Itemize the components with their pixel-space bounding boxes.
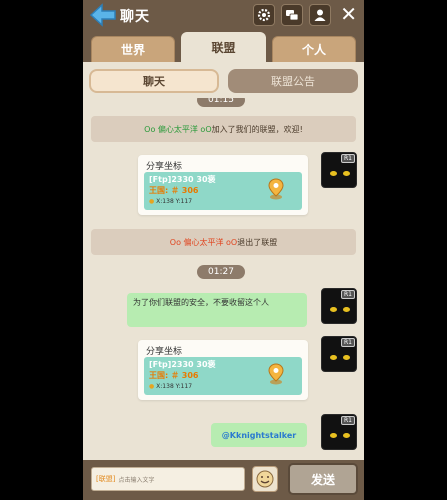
player-name[interactable]: Oo 偏心太平洋 oO — [170, 237, 237, 248]
smiley-icon — [256, 470, 274, 488]
back-arrow-icon[interactable] — [89, 3, 117, 27]
subtab-notice[interactable]: 联盟公告 — [228, 69, 358, 93]
share-coordinate-box[interactable]: [Ftp]2330 30褒 王国: ＃ 306 ● X:138 Y:117 — [144, 357, 302, 395]
input-placeholder: 点击输入文字 — [118, 476, 155, 484]
page-title: 聊天 — [120, 9, 150, 25]
avatar[interactable]: R1 — [321, 288, 357, 324]
avatar-eye — [343, 355, 350, 360]
system-message: Oo 偏心太平洋 oO 退出了联盟 — [91, 229, 356, 255]
mention-bubble[interactable]: @Kknightstalker — [211, 423, 307, 447]
avatar-eye — [330, 433, 337, 438]
input-bar: [联盟] 点击输入文字 发送 — [83, 460, 364, 500]
system-message-text: 加入了我们的联盟，欢迎! — [211, 124, 303, 134]
share-title: 分享坐标 — [146, 162, 183, 172]
system-message-text: 退出了联盟 — [237, 237, 278, 247]
sub-tabs: 聊天 联盟公告 — [83, 62, 364, 98]
profile-button[interactable] — [309, 4, 331, 26]
tab-personal[interactable]: 个人 — [272, 36, 356, 62]
share-coordinate-box[interactable]: [Ftp]2330 30褒 王国: ＃ 306 ● X:138 Y:117 — [144, 172, 302, 210]
share-title: 分享坐标 — [146, 347, 183, 357]
header: 聊天 ✕ — [83, 0, 364, 30]
timestamp: 01:27 — [197, 265, 245, 279]
timestamp: 01:15 — [197, 98, 245, 107]
share-city: [Ftp]2330 30褒 — [149, 360, 216, 369]
location-pin-small-icon: ● — [149, 198, 155, 205]
gear-icon — [257, 8, 271, 22]
close-icon[interactable]: ✕ — [340, 3, 357, 25]
chat-window: 聊天 ✕ 世界 联盟 个人 聊天 联盟公告 01:15 Oo 偏心太平洋 oO … — [83, 0, 364, 500]
chat-bubbles-icon — [286, 10, 299, 21]
channel-tag: [联盟] — [96, 475, 116, 483]
avatar-eye — [343, 171, 350, 176]
location-pin-small-icon: ● — [149, 383, 155, 390]
avatar[interactable]: R1 — [321, 152, 357, 188]
chat-list-button[interactable] — [281, 4, 303, 26]
share-coordinate-card[interactable]: 分享坐标 [Ftp]2330 30褒 王国: ＃ 306 ● X:138 Y:1… — [138, 340, 308, 400]
send-button[interactable]: 发送 — [288, 463, 358, 495]
chat-bubble[interactable]: 为了你们联盟的安全，不要收留这个人 — [127, 293, 307, 327]
share-city: [Ftp]2330 30褒 — [149, 175, 216, 184]
message-list[interactable]: 01:15 Oo 偏心太平洋 oO 加入了我们的联盟，欢迎! 分享坐标 [Ftp… — [83, 98, 364, 460]
avatar-eye — [330, 307, 337, 312]
message-input[interactable]: [联盟] 点击输入文字 — [91, 467, 245, 491]
map-pin-icon — [268, 363, 284, 385]
avatar-eye — [343, 307, 350, 312]
subtab-chat[interactable]: 聊天 — [89, 69, 219, 93]
share-coordinate-card[interactable]: 分享坐标 [Ftp]2330 30褒 王国: ＃ 306 ● X:138 Y:1… — [138, 155, 308, 215]
emoji-button[interactable] — [252, 466, 278, 492]
avatar[interactable]: R1 — [321, 336, 357, 372]
share-kingdom: 王国: ＃ 306 — [149, 186, 199, 195]
share-coords: ● X:138 Y:117 — [149, 198, 193, 205]
channel-tabs: 世界 联盟 个人 — [83, 30, 364, 62]
map-pin-icon — [268, 178, 284, 200]
tab-world[interactable]: 世界 — [91, 36, 175, 62]
tab-alliance[interactable]: 联盟 — [181, 32, 266, 62]
system-message: Oo 偏心太平洋 oO 加入了我们的联盟，欢迎! — [91, 116, 356, 142]
player-name[interactable]: Oo 偏心太平洋 oO — [144, 124, 211, 135]
share-coords: ● X:138 Y:117 — [149, 383, 193, 390]
avatar[interactable]: R1 — [321, 414, 357, 450]
settings-button[interactable] — [253, 4, 275, 26]
rank-badge: R1 — [341, 338, 355, 347]
avatar-eye — [343, 433, 350, 438]
share-kingdom: 王国: ＃ 306 — [149, 371, 199, 380]
avatar-eye — [330, 355, 337, 360]
avatar-eye — [330, 171, 337, 176]
rank-badge: R1 — [341, 416, 355, 425]
rank-badge: R1 — [341, 154, 355, 163]
user-icon — [314, 9, 326, 21]
rank-badge: R1 — [341, 290, 355, 299]
